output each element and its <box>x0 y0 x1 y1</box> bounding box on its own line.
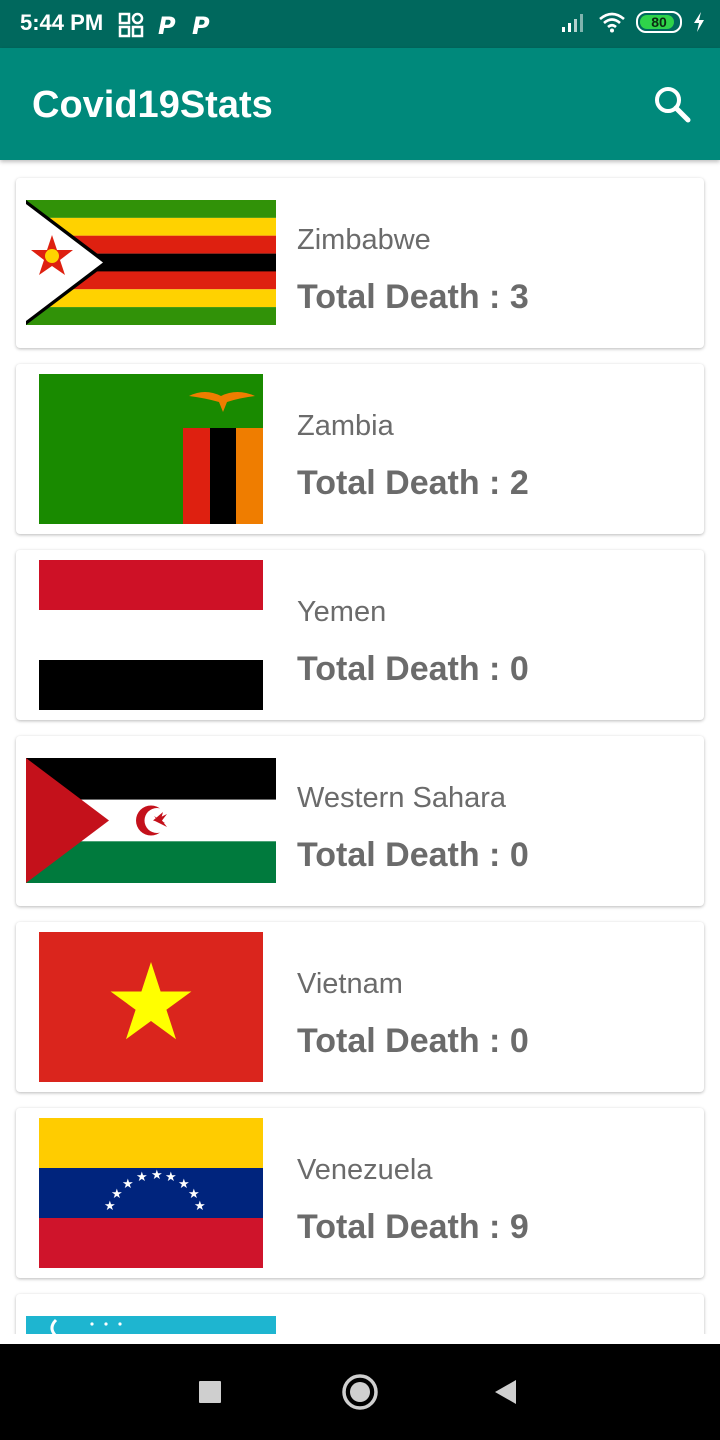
country-list[interactable]: Zimbabwe Total Death : 3 Zambia Total De… <box>0 160 720 1334</box>
total-death: Total Death : 3 <box>297 278 529 316</box>
home-icon[interactable] <box>340 1372 380 1412</box>
battery-level: 80 <box>651 14 667 30</box>
uzbekistan-flag-icon <box>26 1316 276 1334</box>
p-icon: P <box>192 12 210 38</box>
yemen-flag-icon <box>39 560 263 710</box>
svg-text:★: ★ <box>111 1187 123 1202</box>
status-time: 5:44 PM <box>20 10 104 35</box>
wifi-icon <box>599 12 625 33</box>
svg-text:★: ★ <box>122 1177 134 1192</box>
svg-text:P: P <box>192 12 210 38</box>
navigation-bar <box>0 1344 720 1440</box>
total-death: Total Death : 2 <box>297 464 529 502</box>
svg-text:★: ★ <box>151 1168 163 1183</box>
country-card[interactable]: Zimbabwe Total Death : 3 <box>16 178 704 348</box>
total-death: Total Death : 9 <box>297 1208 529 1246</box>
zimbabwe-flag-icon <box>26 200 276 325</box>
svg-text:P: P <box>158 12 176 38</box>
battery-icon: 80 <box>636 11 682 33</box>
total-death: Total Death : 0 <box>297 650 529 688</box>
svg-text:★: ★ <box>136 1170 148 1185</box>
country-name: Zimbabwe <box>297 224 431 256</box>
status-right-icons: 80 <box>560 11 706 33</box>
svg-text:★: ★ <box>194 1199 206 1214</box>
charging-icon <box>694 12 704 32</box>
country-name: Vietnam <box>297 968 403 1000</box>
country-name: Zambia <box>297 410 394 442</box>
total-death: Total Death : 0 <box>297 1022 529 1060</box>
back-icon[interactable] <box>486 1372 526 1412</box>
country-card[interactable]: ★ ★ ★ ★ ★ ★ ★ ★ ★ Venezuela Total Death … <box>16 1108 704 1278</box>
signal-icon <box>562 14 583 32</box>
grid-icon <box>118 12 144 38</box>
country-name: Venezuela <box>297 1154 433 1186</box>
total-death: Total Death : 0 <box>297 836 529 874</box>
country-card[interactable]: Vietnam Total Death : 0 <box>16 922 704 1092</box>
country-card[interactable] <box>16 1294 704 1334</box>
search-icon[interactable] <box>652 84 692 124</box>
p-icon: P <box>158 12 176 38</box>
vietnam-flag-icon <box>39 932 263 1082</box>
country-card[interactable]: Zambia Total Death : 2 <box>16 364 704 534</box>
zambia-flag-icon <box>39 374 263 524</box>
recents-icon[interactable] <box>190 1372 230 1412</box>
app-title: Covid19Stats <box>32 84 273 126</box>
country-name: Western Sahara <box>297 782 507 814</box>
country-name: Yemen <box>297 596 387 628</box>
western-sahara-flag-icon <box>26 758 276 883</box>
country-card[interactable]: Yemen Total Death : 0 <box>16 550 704 720</box>
country-card[interactable]: Western Sahara Total Death : 0 <box>16 736 704 906</box>
svg-text:★: ★ <box>165 1170 177 1185</box>
app-bar: Covid19Stats <box>0 48 720 160</box>
venezuela-flag-icon: ★ ★ ★ ★ ★ ★ ★ ★ ★ <box>39 1118 263 1268</box>
notification-icons: P P <box>118 12 212 38</box>
status-bar: 5:44 PM P P 80 <box>0 0 720 48</box>
